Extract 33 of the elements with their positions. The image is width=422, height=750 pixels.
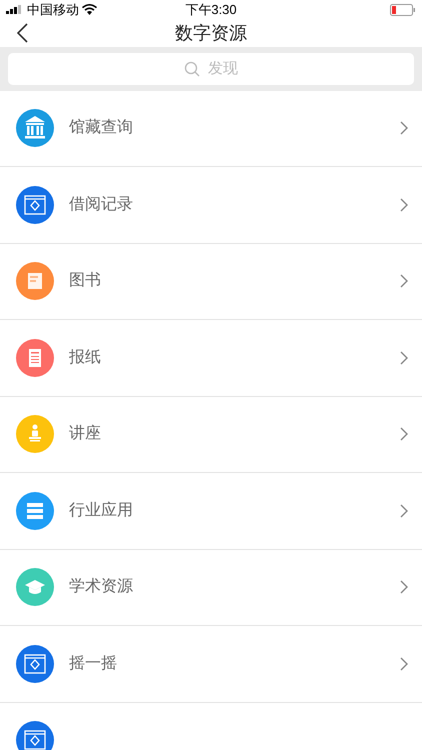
item-label: 馆藏查询 — [69, 118, 134, 138]
wifi-icon — [82, 4, 97, 16]
chevron-icon — [400, 350, 408, 365]
menu-item[interactable]: 讲座 — [0, 396, 422, 473]
item-label: 借阅记录 — [69, 194, 134, 215]
chevron-icon — [400, 121, 408, 136]
chevron-icon — [400, 198, 408, 212]
search-field[interactable]: 发现 — [8, 52, 414, 84]
chevron-icon — [400, 504, 408, 518]
menu-item[interactable]: 学术资源 — [0, 550, 422, 626]
item-label: 讲座 — [69, 424, 102, 444]
page-title: 数字资源 — [175, 22, 247, 44]
menu-item[interactable]: 图书 — [0, 244, 422, 320]
status-time: 下午3:30 — [185, 1, 237, 19]
chevron-icon — [400, 656, 408, 671]
search-icon — [184, 60, 200, 76]
menu-item[interactable]: 报纸 — [0, 320, 422, 396]
menu-item[interactable]: 馆藏查询 — [0, 90, 422, 167]
chevron-icon — [400, 427, 408, 442]
battery-icon — [390, 4, 416, 16]
chevron-icon — [400, 274, 408, 288]
chevron-icon — [400, 580, 408, 594]
menu-item[interactable]: 摇一摇 — [0, 626, 422, 702]
menu-item[interactable]: 行业应用 — [0, 473, 422, 550]
menu-item[interactable]: 借阅记录 — [0, 167, 422, 244]
carrier-name: 中国移动 — [27, 1, 79, 19]
signal-icon — [6, 5, 24, 14]
back-icon — [16, 23, 28, 43]
item-label: 图书 — [69, 270, 102, 292]
item-label: 学术资源 — [69, 576, 134, 598]
item-label: 摇一摇 — [69, 654, 118, 674]
item-label: 行业应用 — [69, 500, 134, 521]
item-label: 报纸 — [69, 348, 102, 368]
